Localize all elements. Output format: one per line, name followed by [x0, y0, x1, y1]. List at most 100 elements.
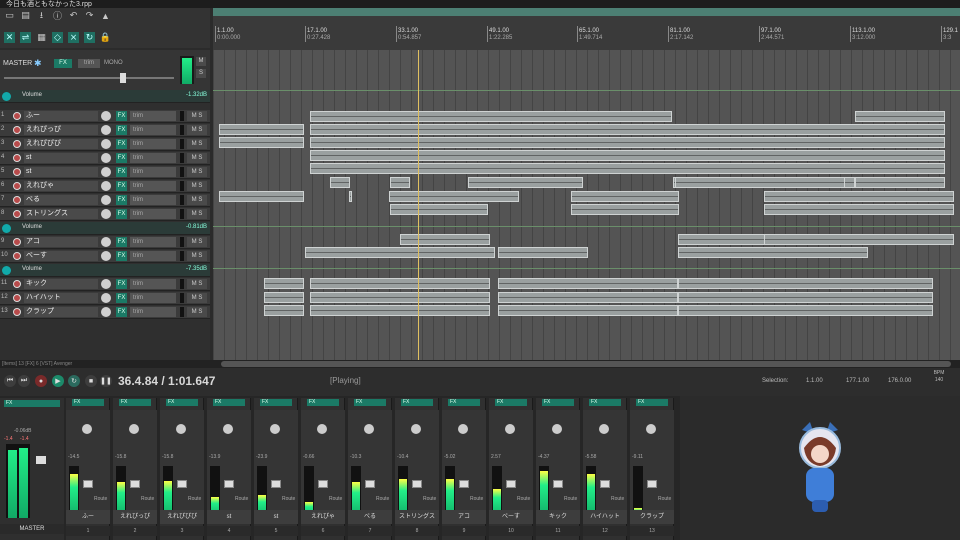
route-button[interactable]: Route	[235, 496, 249, 502]
strip-fader[interactable]	[459, 480, 469, 488]
track-trim-button[interactable]: trim	[130, 279, 176, 289]
master-volume-handle[interactable]	[120, 73, 126, 83]
mute-solo-buttons[interactable]: M S	[187, 181, 207, 191]
strip-name[interactable]: クラップ	[630, 510, 674, 524]
media-item[interactable]	[498, 292, 678, 303]
media-item[interactable]	[571, 204, 679, 215]
master-trim-button[interactable]: trim	[78, 59, 100, 68]
master-mute-button[interactable]: M	[196, 57, 206, 66]
record-arm-button[interactable]	[13, 238, 21, 246]
strip-name[interactable]: えれぴっぴ	[113, 510, 157, 524]
pan-knob[interactable]	[599, 424, 609, 434]
track-fx-button[interactable]: FX	[116, 251, 127, 261]
track-header[interactable]: 11 キック FX trim M S	[0, 278, 210, 291]
route-button[interactable]: Route	[423, 496, 437, 502]
horizontal-scrollbar[interactable]	[213, 360, 960, 368]
media-item[interactable]	[310, 163, 945, 174]
track-fx-button[interactable]: FX	[116, 167, 127, 177]
media-item[interactable]	[764, 191, 954, 202]
track-trim-button[interactable]: trim	[130, 125, 176, 135]
track-fx-button[interactable]: FX	[116, 293, 127, 303]
track-name[interactable]: えれぴっぴ	[24, 125, 98, 135]
grid-icon[interactable]: ▦	[36, 32, 47, 43]
strip-fader[interactable]	[412, 480, 422, 488]
mute-solo-buttons[interactable]: M S	[187, 293, 207, 303]
mute-solo-buttons[interactable]: M S	[187, 279, 207, 289]
strip-name[interactable]: べる	[348, 510, 392, 524]
record-arm-button[interactable]	[13, 280, 21, 288]
pan-knob[interactable]	[411, 424, 421, 434]
bpm-display[interactable]: BPM 140	[928, 370, 950, 390]
volume-knob[interactable]	[101, 195, 111, 205]
route-button[interactable]: Route	[329, 496, 343, 502]
record-arm-button[interactable]	[13, 154, 21, 162]
track-header[interactable]: 9 アコ FX trim M S	[0, 236, 210, 249]
track-header[interactable]: 10 べーす FX trim M S	[0, 250, 210, 263]
pan-knob[interactable]	[458, 424, 468, 434]
track-fx-button[interactable]: FX	[116, 139, 127, 149]
volume-knob[interactable]	[101, 167, 111, 177]
route-button[interactable]: Route	[611, 496, 625, 502]
track-fx-button[interactable]: FX	[116, 111, 127, 121]
strip-fader[interactable]	[318, 480, 328, 488]
info-icon[interactable]: ⓘ	[52, 10, 63, 21]
undo-icon[interactable]: ↶	[68, 10, 79, 21]
record-arm-button[interactable]	[13, 168, 21, 176]
master-mono-button[interactable]: MONO	[104, 59, 134, 68]
track-name[interactable]: べる	[24, 195, 98, 205]
track-name[interactable]: えれぴゃ	[24, 181, 98, 191]
pan-knob[interactable]	[82, 424, 92, 434]
route-button[interactable]: Route	[188, 496, 202, 502]
envelope-icon[interactable]	[2, 266, 11, 275]
mute-solo-buttons[interactable]: M S	[187, 307, 207, 317]
track-fx-button[interactable]: FX	[116, 279, 127, 289]
media-item[interactable]	[678, 292, 933, 303]
media-item[interactable]	[498, 278, 678, 289]
strip-name[interactable]: えれぴぴぴ	[160, 510, 204, 524]
strip-fx-button[interactable]: FX	[448, 399, 480, 406]
volume-knob[interactable]	[101, 181, 111, 191]
scrollbar-thumb[interactable]	[221, 361, 951, 367]
selection-end[interactable]: 177.1.00	[846, 378, 869, 384]
strip-fx-button[interactable]: FX	[119, 399, 151, 406]
mute-solo-buttons[interactable]: M S	[187, 237, 207, 247]
media-item[interactable]	[571, 191, 679, 202]
media-item[interactable]	[678, 278, 933, 289]
pan-knob[interactable]	[129, 424, 139, 434]
track-trim-button[interactable]: trim	[130, 167, 176, 177]
master-fx-button[interactable]: FX	[54, 59, 72, 68]
play-button[interactable]: ▶	[52, 375, 64, 387]
repeat-icon[interactable]: ↻	[68, 375, 80, 387]
track-trim-button[interactable]: trim	[130, 139, 176, 149]
pan-knob[interactable]	[270, 424, 280, 434]
record-arm-button[interactable]	[13, 252, 21, 260]
volume-knob[interactable]	[101, 125, 111, 135]
strip-fx-button[interactable]: FX	[72, 399, 104, 406]
track-name[interactable]: べーす	[24, 251, 98, 261]
track-header[interactable]: 12 ハイハット FX trim M S	[0, 292, 210, 305]
track-name[interactable]: クラップ	[24, 307, 98, 317]
track-header[interactable]: 1 ふー FX trim M S	[0, 110, 210, 123]
stop-button[interactable]: ■	[85, 375, 97, 387]
media-item[interactable]	[764, 204, 954, 215]
track-trim-button[interactable]: trim	[130, 181, 176, 191]
strip-name[interactable]: st	[254, 510, 298, 524]
route-button[interactable]: Route	[141, 496, 155, 502]
strip-fader[interactable]	[177, 480, 187, 488]
volume-envelope-lane[interactable]: Volume -7.35dB	[0, 264, 210, 277]
record-arm-button[interactable]	[13, 210, 21, 218]
volume-envelope-lane[interactable]: Volume -0.81dB	[0, 222, 210, 235]
strip-name[interactable]: べーす	[489, 510, 533, 524]
volume-knob[interactable]	[101, 209, 111, 219]
mute-solo-buttons[interactable]: M S	[187, 139, 207, 149]
track-name[interactable]: アコ	[24, 237, 98, 247]
pan-knob[interactable]	[223, 424, 233, 434]
track-trim-button[interactable]: trim	[130, 307, 176, 317]
track-name[interactable]: えれぴぴぴ	[24, 139, 98, 149]
pan-knob[interactable]	[364, 424, 374, 434]
pause-button[interactable]: ❚❚	[100, 375, 112, 387]
metronome-icon[interactable]: ▲	[100, 10, 111, 21]
track-header[interactable]: 5 st FX trim M S	[0, 166, 210, 179]
record-arm-button[interactable]	[13, 140, 21, 148]
media-item[interactable]	[310, 305, 490, 316]
